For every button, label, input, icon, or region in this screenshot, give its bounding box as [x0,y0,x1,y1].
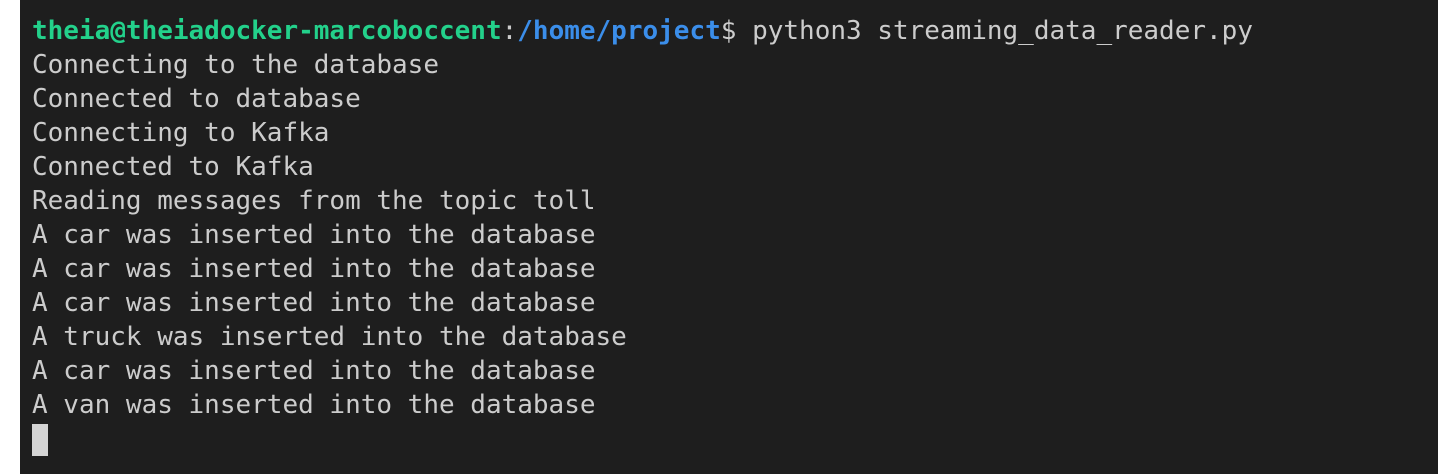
prompt-path: /home/project [517,16,721,46]
output-line: Connecting to the database [32,50,439,80]
cursor-line [32,422,1438,456]
prompt-symbol: $ [720,16,737,46]
output-line: Connecting to Kafka [32,118,330,148]
output-line: Connected to database [32,84,361,114]
output-line: A car was inserted into the database [32,356,596,386]
output-line: A car was inserted into the database [32,220,596,250]
prompt-line: theia@theiadocker-marcoboccent:/home/pro… [32,14,1438,48]
prompt-separator: : [501,16,518,46]
output-line: A car was inserted into the database [32,254,596,284]
terminal-cursor [32,424,48,456]
left-margin [0,0,20,474]
output-line: A car was inserted into the database [32,288,596,318]
output-line: A truck was inserted into the database [32,322,627,352]
output-line: A van was inserted into the database [32,390,596,420]
terminal-panel[interactable]: theia@theiadocker-marcoboccent:/home/pro… [20,0,1438,474]
command-text: python3 streaming_data_reader.py [736,16,1253,46]
output-line: Reading messages from the topic toll [32,186,596,216]
prompt-user-host: theia@theiadocker-marcoboccent [32,16,502,46]
output-line: Connected to Kafka [32,152,314,182]
